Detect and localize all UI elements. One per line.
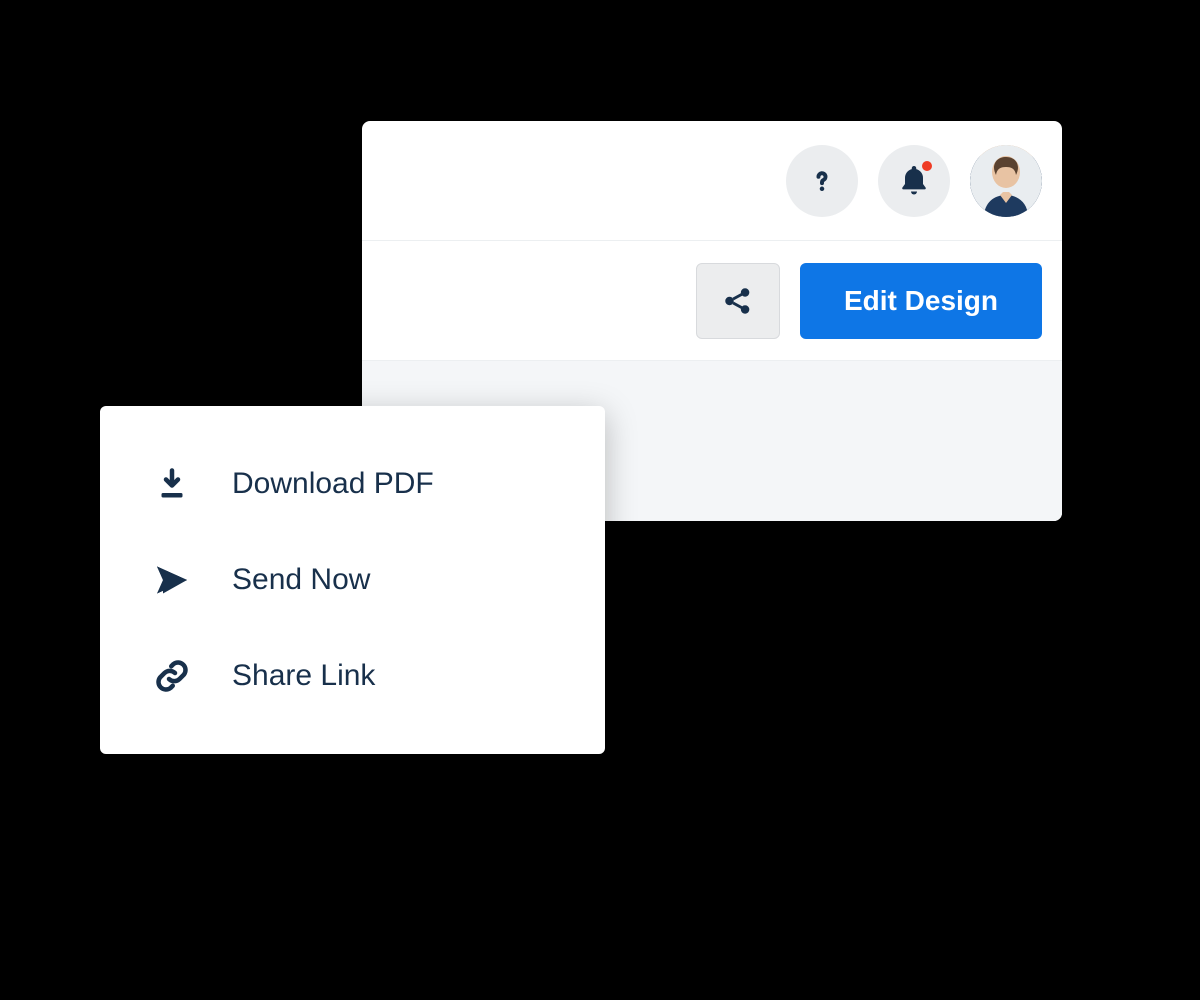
- menu-item-share-link[interactable]: Share Link: [100, 628, 605, 724]
- download-icon: [152, 464, 192, 504]
- help-button[interactable]: [786, 145, 858, 217]
- edit-design-button[interactable]: Edit Design: [800, 263, 1042, 339]
- toolbar: Edit Design: [362, 241, 1062, 361]
- menu-label-download: Download PDF: [232, 467, 434, 501]
- menu-item-send-now[interactable]: Send Now: [100, 532, 605, 628]
- question-icon: [805, 164, 839, 198]
- share-icon: [721, 284, 755, 318]
- notifications-button[interactable]: [878, 145, 950, 217]
- share-button[interactable]: [696, 263, 780, 339]
- share-dropdown-menu: Download PDF Send Now Share Link: [100, 406, 605, 754]
- link-icon: [152, 656, 192, 696]
- menu-label-send: Send Now: [232, 563, 370, 597]
- header-bar: [362, 121, 1062, 241]
- edit-design-label: Edit Design: [844, 285, 998, 317]
- notification-badge: [920, 159, 934, 173]
- menu-item-download-pdf[interactable]: Download PDF: [100, 436, 605, 532]
- menu-label-link: Share Link: [232, 659, 375, 693]
- send-icon: [152, 560, 192, 600]
- avatar[interactable]: [970, 145, 1042, 217]
